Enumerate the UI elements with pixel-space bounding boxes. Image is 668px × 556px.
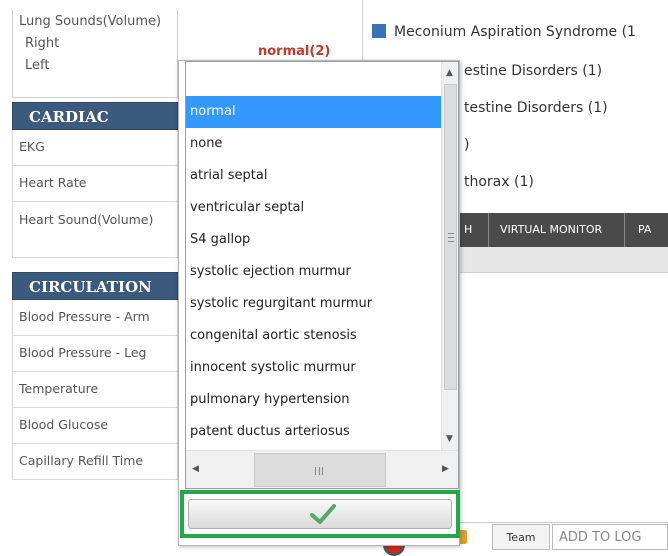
lung-right-label[interactable]: Right (25, 36, 59, 51)
horizontal-scroll-thumb[interactable] (254, 453, 386, 487)
grip-icon (315, 467, 323, 475)
team-button[interactable]: Team (492, 524, 550, 550)
row-heart-sound[interactable]: Heart Sound(Volume) (12, 202, 178, 258)
option-systolic-ejection-murmur[interactable]: systolic ejection murmur (186, 256, 442, 288)
vertical-scroll-thumb[interactable] (444, 84, 457, 390)
option-none[interactable]: none (186, 128, 442, 160)
circulation-header: CIRCULATION (12, 272, 178, 300)
tab-divider (624, 213, 625, 247)
option-pulmonary-hypertension[interactable]: pulmonary hypertension (186, 384, 442, 416)
arrow-down-icon[interactable]: ▼ (446, 434, 453, 444)
lung-sounds-cell: Lung Sounds(Volume) Right Left (12, 10, 178, 98)
arrow-up-icon[interactable]: ▲ (446, 68, 453, 78)
dropdown-popup: normal none atrial septal ventricular se… (178, 60, 460, 546)
row-capillary-refill[interactable]: Capillary Refill Time (12, 444, 178, 480)
arrow-right-icon[interactable]: ▶ (442, 464, 449, 474)
confirm-highlight (180, 490, 460, 538)
cardiac-header: CARDIAC (12, 102, 178, 130)
option-systolic-regurgitant-murmur[interactable]: systolic regurgitant murmur (186, 288, 442, 320)
row-heart-rate[interactable]: Heart Rate (12, 166, 178, 202)
diagnosis-item[interactable]: thorax (1) (464, 174, 534, 190)
option-patent-ductus-arteriosus[interactable]: patent ductus arteriosus (186, 416, 442, 448)
check-icon (310, 504, 336, 524)
row-temperature[interactable]: Temperature (12, 372, 178, 408)
arrow-left-icon[interactable]: ◀ (192, 464, 199, 474)
option-innocent-systolic-murmur[interactable]: innocent systolic murmur (186, 352, 442, 384)
add-to-log-button[interactable]: ADD TO LOG (552, 524, 668, 550)
option-congenital-aortic-stenosis[interactable]: congenital aortic stenosis (186, 320, 442, 352)
tab-partial-right[interactable]: PA (638, 223, 651, 236)
options-listbox[interactable]: normal none atrial septal ventricular se… (185, 61, 459, 489)
option-normal[interactable]: normal (186, 96, 442, 128)
row-bp-arm[interactable]: Blood Pressure - Arm (12, 300, 178, 336)
search-row[interactable] (186, 62, 442, 96)
row-blood-glucose[interactable]: Blood Glucose (12, 408, 178, 444)
tab-divider (488, 213, 489, 247)
diagnosis-item[interactable]: testine Disorders (1) (464, 100, 608, 116)
legend-square-icon (372, 24, 386, 38)
option-atrial-septal[interactable]: atrial septal (186, 160, 442, 192)
vertical-scrollbar[interactable]: ▲ ▼ (441, 62, 458, 450)
lung-left-label[interactable]: Left (25, 58, 49, 73)
option-s4-gallop[interactable]: S4 gallop (186, 224, 442, 256)
left-panel: Lung Sounds(Volume) Right Left CARDIAC E… (0, 0, 178, 550)
row-ekg[interactable]: EKG (12, 130, 178, 166)
tab-partial[interactable]: H (464, 223, 472, 236)
diagnosis-item[interactable]: estine Disorders (1) (464, 63, 602, 79)
diagnosis-item[interactable]: ) (464, 137, 469, 153)
confirm-button[interactable] (188, 499, 452, 529)
lung-sounds-label: Lung Sounds(Volume) (19, 14, 162, 29)
tab-virtual-monitor[interactable]: VIRTUAL MONITOR (500, 223, 602, 236)
option-ventricular-septal[interactable]: ventricular septal (186, 192, 442, 224)
horizontal-scrollbar[interactable]: ◀ ▶ (186, 450, 458, 488)
options-list: normal none atrial septal ventricular se… (186, 62, 442, 450)
row-bp-leg[interactable]: Blood Pressure - Leg (12, 336, 178, 372)
diagnosis-item[interactable]: Meconium Aspiration Syndrome (1 (372, 24, 636, 40)
grip-icon (448, 233, 454, 242)
current-value: normal(2) (258, 44, 331, 59)
